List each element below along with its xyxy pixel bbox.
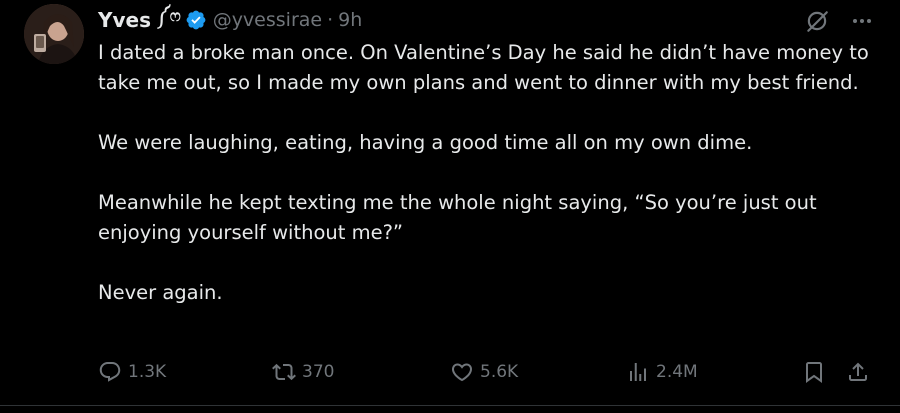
profile-photo (24, 4, 84, 64)
like-count: 5.6K (480, 362, 519, 382)
bookmark-button[interactable] (802, 356, 826, 388)
tweet-header: Yves ༼ෆ @yvessirae · 9h (98, 6, 362, 34)
bookmark-icon (806, 362, 822, 383)
tweet[interactable]: Yves ༼ෆ @yvessirae · 9h I dated a broke … (0, 0, 900, 413)
share-button[interactable] (846, 356, 870, 388)
author-name[interactable]: Yves (98, 8, 151, 32)
verified-badge-icon[interactable] (185, 9, 207, 31)
reply-button[interactable]: 1.3K (98, 356, 166, 388)
retweet-icon (272, 363, 296, 381)
like-button[interactable]: 5.6K (450, 356, 518, 388)
avatar[interactable] (24, 4, 84, 64)
heart-icon (451, 363, 473, 382)
retweet-count: 370 (302, 362, 335, 382)
timestamp[interactable]: 9h (338, 9, 362, 31)
views-count: 2.4M (656, 362, 698, 382)
divider (0, 405, 900, 406)
tweet-paragraph: I dated a broke man once. On Valentine’s… (98, 41, 869, 94)
reply-count: 1.3K (128, 362, 167, 382)
author-name-emoji: ༼ෆ (157, 5, 181, 25)
share-icon (849, 362, 867, 381)
grok-icon[interactable] (804, 8, 850, 38)
reply-icon (99, 362, 121, 382)
tweet-top-actions (804, 8, 874, 38)
tweet-paragraph: We were laughing, eating, having a good … (98, 131, 753, 154)
tweet-paragraph: Meanwhile he kept texting me the whole n… (98, 191, 817, 244)
views-button[interactable]: 2.4M (626, 356, 698, 388)
header-separator: · (327, 9, 334, 31)
tweet-text: I dated a broke man once. On Valentine’s… (98, 38, 878, 308)
tweet-paragraph: Never again. (98, 281, 223, 304)
views-icon (630, 363, 646, 381)
retweet-button[interactable]: 370 (272, 356, 334, 388)
more-icon[interactable] (850, 9, 874, 37)
author-handle[interactable]: @yvessirae (213, 9, 322, 31)
tweet-actions: 1.3K 370 5.6K 2.4M (96, 356, 876, 388)
